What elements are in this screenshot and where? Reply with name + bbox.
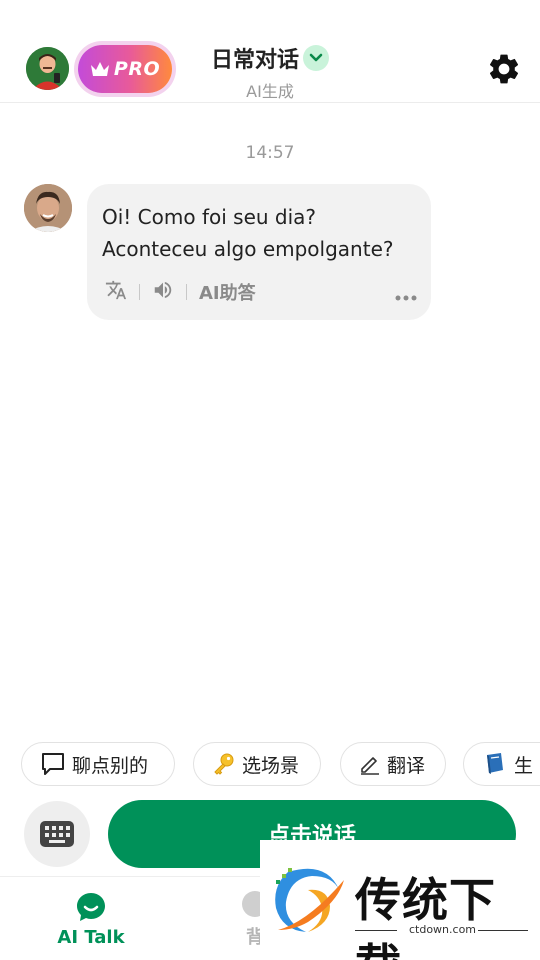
page-title: 日常对话 <box>210 48 299 73</box>
chat-bubble-icon <box>77 892 105 921</box>
pen-icon <box>361 757 379 775</box>
pro-badge[interactable]: PRO <box>78 45 172 93</box>
action-divider <box>186 284 187 300</box>
chip-label: 选场景 <box>242 754 300 777</box>
watermark-logo <box>275 868 344 932</box>
conversation-title-selector[interactable]: 日常对话 <box>180 42 360 74</box>
chip-vocabulary[interactable]: 生 <box>463 742 540 786</box>
ai-tutor-avatar-image <box>24 184 72 232</box>
keyboard-toggle-button[interactable] <box>24 801 90 867</box>
speech-bubble-icon <box>42 753 64 775</box>
watermark-rule <box>478 930 528 931</box>
more-options-icon[interactable] <box>395 287 417 306</box>
chip-translate[interactable]: 翻译 <box>340 742 446 786</box>
keyboard-icon <box>40 821 74 847</box>
ai-message-text: Oi! Como foi seu dia? Aconteceu algo emp… <box>102 201 422 265</box>
speaker-icon[interactable] <box>152 279 174 305</box>
page-subtitle: AI生成 <box>246 82 294 101</box>
book-icon <box>487 753 503 774</box>
chip-choose-scene[interactable]: 选场景 <box>193 742 321 786</box>
user-avatar[interactable] <box>26 47 69 90</box>
chip-change-topic[interactable]: 聊点别的 <box>21 742 175 786</box>
nav-tab-ai-talk[interactable]: AI Talk <box>40 877 142 960</box>
watermark-text: 传统下载 <box>355 873 496 960</box>
ai-answer-button[interactable]: AI助答 <box>199 279 256 305</box>
crown-icon <box>90 62 109 76</box>
pro-label: PRO <box>113 58 161 80</box>
chip-label: 聊点别的 <box>72 754 149 777</box>
action-divider <box>139 284 140 300</box>
user-avatar-image <box>26 47 69 90</box>
key-icon <box>214 753 234 775</box>
ai-tutor-avatar[interactable] <box>24 184 72 232</box>
translate-icon[interactable] <box>105 279 127 305</box>
watermark-overlay: 传统下载 ctdown.com <box>260 840 540 960</box>
chevron-down-icon[interactable] <box>303 45 329 71</box>
suggestion-chips: 聊点别的 选场景 翻译 生 <box>0 742 540 786</box>
message-timestamp: 14:57 <box>245 143 295 163</box>
nav-label: AI Talk <box>57 926 125 948</box>
message-line: Aconteceu algo empolgante? <box>102 237 394 261</box>
message-line: Oi! Como foi seu dia? <box>102 205 317 229</box>
chip-label: 翻译 <box>387 754 426 777</box>
chip-label: 生 <box>514 754 534 777</box>
message-actions: AI助答 <box>105 279 256 305</box>
settings-gear-icon[interactable] <box>486 51 522 87</box>
top-bar: PRO 日常对话 AI生成 <box>0 0 540 103</box>
ai-message-bubble[interactable]: Oi! Como foi seu dia? Aconteceu algo emp… <box>87 184 431 320</box>
